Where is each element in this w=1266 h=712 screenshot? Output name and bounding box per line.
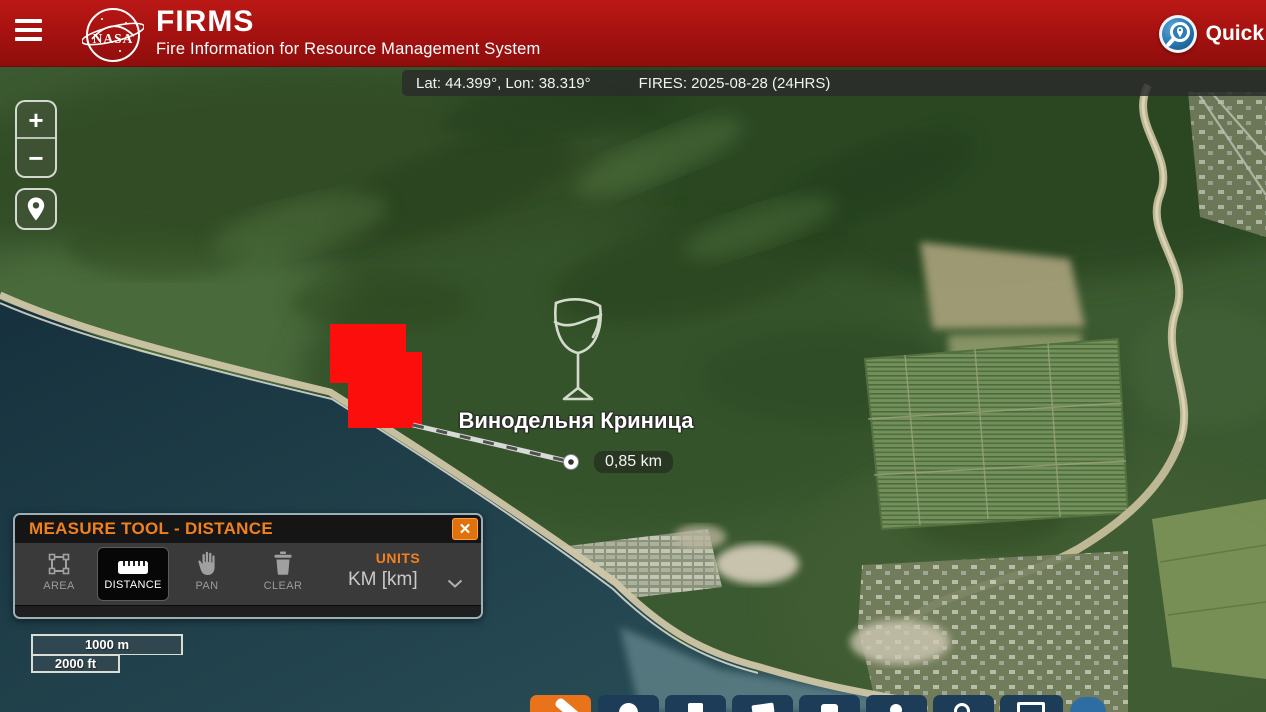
toolbar-button-8[interactable] (1000, 695, 1063, 712)
zoom-control: + − (15, 100, 57, 178)
locate-button[interactable] (15, 188, 57, 230)
pan-tool-button[interactable]: PAN (179, 550, 235, 592)
scale-bar-imperial: 2000 ft (31, 655, 120, 673)
poi-label[interactable]: Винодельня Криница (452, 408, 700, 434)
layers-icon (821, 704, 838, 712)
scale-bar-metric: 1000 m (31, 634, 183, 655)
zoom-in-button[interactable]: + (17, 102, 55, 139)
svg-text:NASA: NASA (93, 31, 134, 46)
nasa-logo: NASA (82, 3, 144, 65)
measure-tool-footer (15, 605, 481, 619)
measure-tool-panel: MEASURE TOOL - DISTANCE ✕ AREA (13, 513, 483, 619)
measure-tool-body: AREA DISTANCE PAN (15, 543, 481, 605)
ring-icon (954, 703, 970, 712)
cursor-coordinates: Lat: 44.399°, Lon: 38.319° (416, 75, 591, 92)
measure-distance-label: 0,85 km (594, 451, 673, 473)
wine-glass-icon[interactable] (542, 293, 614, 407)
quick-search[interactable]: Quick (1159, 0, 1266, 67)
toolbar-button-2[interactable] (598, 695, 659, 712)
brand: FIRMS Fire Information for Resource Mana… (156, 7, 540, 59)
toolbar-button-6[interactable] (866, 695, 927, 712)
map-info-bar: Lat: 44.399°, Lon: 38.319° FIRES: 2025-0… (402, 70, 1266, 96)
square-icon (688, 703, 703, 712)
app-subtitle: Fire Information for Resource Management… (156, 40, 540, 59)
person-icon (890, 704, 902, 712)
units-dropdown[interactable]: KM [km] (348, 569, 418, 591)
close-icon[interactable]: ✕ (452, 518, 478, 540)
app-header: NASA FIRMS Fire Information for Resource… (0, 0, 1266, 67)
polygon-area-icon (31, 550, 87, 576)
location-pin-icon (24, 196, 48, 222)
fires-date: FIRES: 2025-08-28 (24HRS) (639, 75, 831, 92)
toolbar-measure-button[interactable] (530, 695, 591, 712)
toolbar-button-7[interactable] (933, 695, 994, 712)
ruler-icon (98, 548, 168, 575)
toolbar-button-5[interactable] (799, 695, 860, 712)
measure-tool-titlebar[interactable]: MEASURE TOOL - DISTANCE ✕ (15, 515, 481, 543)
quick-search-icon[interactable] (1159, 15, 1197, 53)
chevron-down-icon[interactable] (447, 575, 463, 593)
firms-app: Винодельня Криница 0,85 km NASA FIRMS Fi… (0, 0, 1266, 712)
flag-icon (751, 703, 774, 712)
clear-tool-button[interactable]: CLEAR (253, 550, 313, 592)
units-label: UNITS (355, 550, 441, 566)
toolbar-button-3[interactable] (665, 695, 726, 712)
toolbar-button-4[interactable] (732, 695, 793, 712)
distance-tool-button[interactable]: DISTANCE (97, 547, 169, 601)
hand-icon (179, 550, 235, 576)
quick-search-label[interactable]: Quick (1206, 22, 1264, 46)
app-title: FIRMS (156, 7, 540, 37)
ruler-icon (554, 697, 580, 712)
circle-icon (619, 703, 638, 712)
menu-icon[interactable] (15, 19, 42, 47)
trash-icon (253, 550, 313, 576)
measure-tool-title: MEASURE TOOL - DISTANCE (29, 519, 273, 539)
monitor-icon (1017, 702, 1045, 712)
area-tool-button[interactable]: AREA (31, 550, 87, 592)
zoom-out-button[interactable]: − (17, 139, 55, 176)
